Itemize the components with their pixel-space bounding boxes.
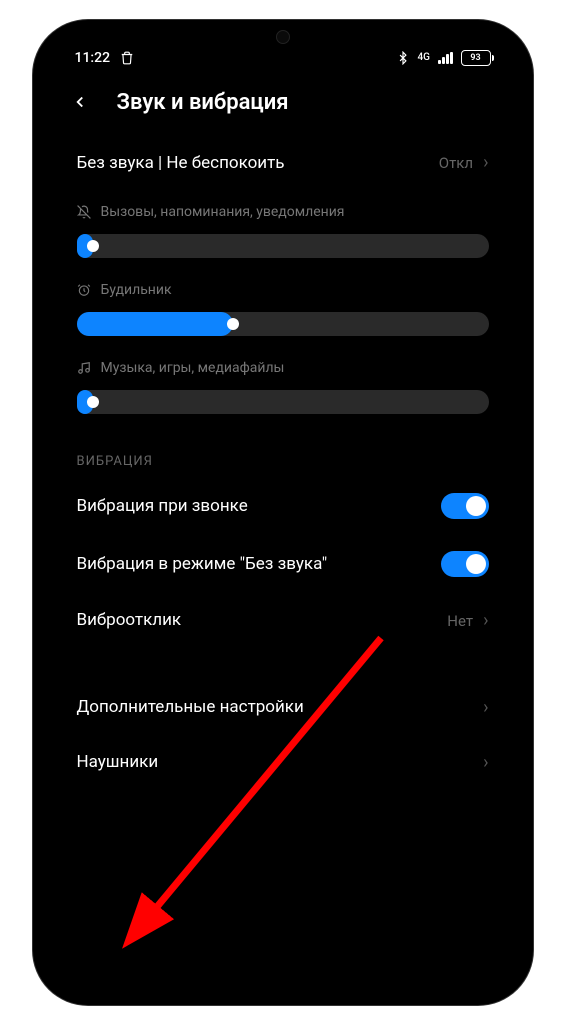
bluetooth-icon bbox=[396, 51, 410, 65]
battery-icon: 93 bbox=[461, 50, 491, 66]
media-label: Музыка, игры, медиафайлы bbox=[101, 360, 285, 376]
page-title: Звук и вибрация bbox=[117, 90, 289, 115]
header: Звук и вибрация bbox=[51, 72, 515, 136]
haptic-feedback-label: Виброотклик bbox=[77, 609, 182, 632]
headphones-row[interactable]: Наушники › bbox=[77, 735, 489, 790]
ringtone-slider-thumb[interactable] bbox=[87, 240, 99, 252]
ringtone-label: Вызовы, напоминания, уведомления bbox=[101, 204, 345, 220]
vibrate-silent-row: Вибрация в режиме "Без звука" bbox=[77, 535, 489, 593]
chevron-left-icon bbox=[71, 93, 89, 111]
vibration-section-header: ВИБРАЦИЯ bbox=[77, 424, 489, 477]
headphones-label: Наушники bbox=[77, 751, 159, 774]
silent-dnd-label: Без звука | Не беспокоить bbox=[77, 152, 285, 175]
alarm-icon bbox=[77, 283, 91, 297]
alarm-slider-section: Будильник bbox=[77, 268, 489, 346]
alarm-slider[interactable] bbox=[77, 312, 489, 336]
signal-icon bbox=[438, 52, 453, 64]
alarm-slider-thumb[interactable] bbox=[227, 318, 239, 330]
advanced-settings-label: Дополнительные настройки bbox=[77, 696, 304, 719]
silent-dnd-value: Откл bbox=[439, 154, 473, 172]
music-note-icon bbox=[77, 361, 91, 375]
media-slider-thumb[interactable] bbox=[87, 396, 99, 408]
front-camera bbox=[276, 30, 290, 44]
media-slider[interactable] bbox=[77, 390, 489, 414]
chevron-right-icon: › bbox=[483, 610, 488, 631]
chevron-right-icon: › bbox=[483, 152, 488, 173]
phone-frame: 11:22 4G 93 Звук и вибрация Без звука | … bbox=[33, 20, 533, 1005]
silent-dnd-row[interactable]: Без звука | Не беспокоить Откл › bbox=[77, 136, 489, 191]
ringtone-slider[interactable] bbox=[77, 234, 489, 258]
back-button[interactable] bbox=[71, 90, 89, 116]
trash-icon bbox=[120, 51, 134, 65]
toggle-thumb bbox=[466, 496, 486, 516]
bell-off-icon bbox=[77, 205, 91, 219]
media-slider-section: Музыка, игры, медиафайлы bbox=[77, 346, 489, 424]
status-time: 11:22 bbox=[75, 50, 111, 66]
notch bbox=[193, 20, 373, 48]
vibrate-on-call-row: Вибрация при звонке bbox=[77, 477, 489, 535]
alarm-slider-fill bbox=[77, 312, 234, 336]
haptic-feedback-value: Нет bbox=[447, 612, 473, 630]
haptic-feedback-row[interactable]: Виброотклик Нет › bbox=[77, 593, 489, 648]
screen: 11:22 4G 93 Звук и вибрация Без звука | … bbox=[51, 38, 515, 987]
alarm-label: Будильник bbox=[101, 282, 172, 298]
ringtone-slider-section: Вызовы, напоминания, уведомления bbox=[77, 190, 489, 268]
vibrate-on-call-toggle[interactable] bbox=[441, 493, 489, 519]
chevron-right-icon: › bbox=[483, 752, 488, 773]
advanced-settings-row[interactable]: Дополнительные настройки › bbox=[77, 680, 489, 735]
battery-level: 93 bbox=[470, 53, 480, 63]
network-type: 4G bbox=[418, 52, 431, 63]
chevron-right-icon: › bbox=[483, 697, 488, 718]
vibrate-silent-label: Вибрация в режиме "Без звука" bbox=[77, 553, 328, 576]
vibrate-silent-toggle[interactable] bbox=[441, 551, 489, 577]
vibrate-on-call-label: Вибрация при звонке bbox=[77, 495, 248, 518]
toggle-thumb bbox=[466, 554, 486, 574]
